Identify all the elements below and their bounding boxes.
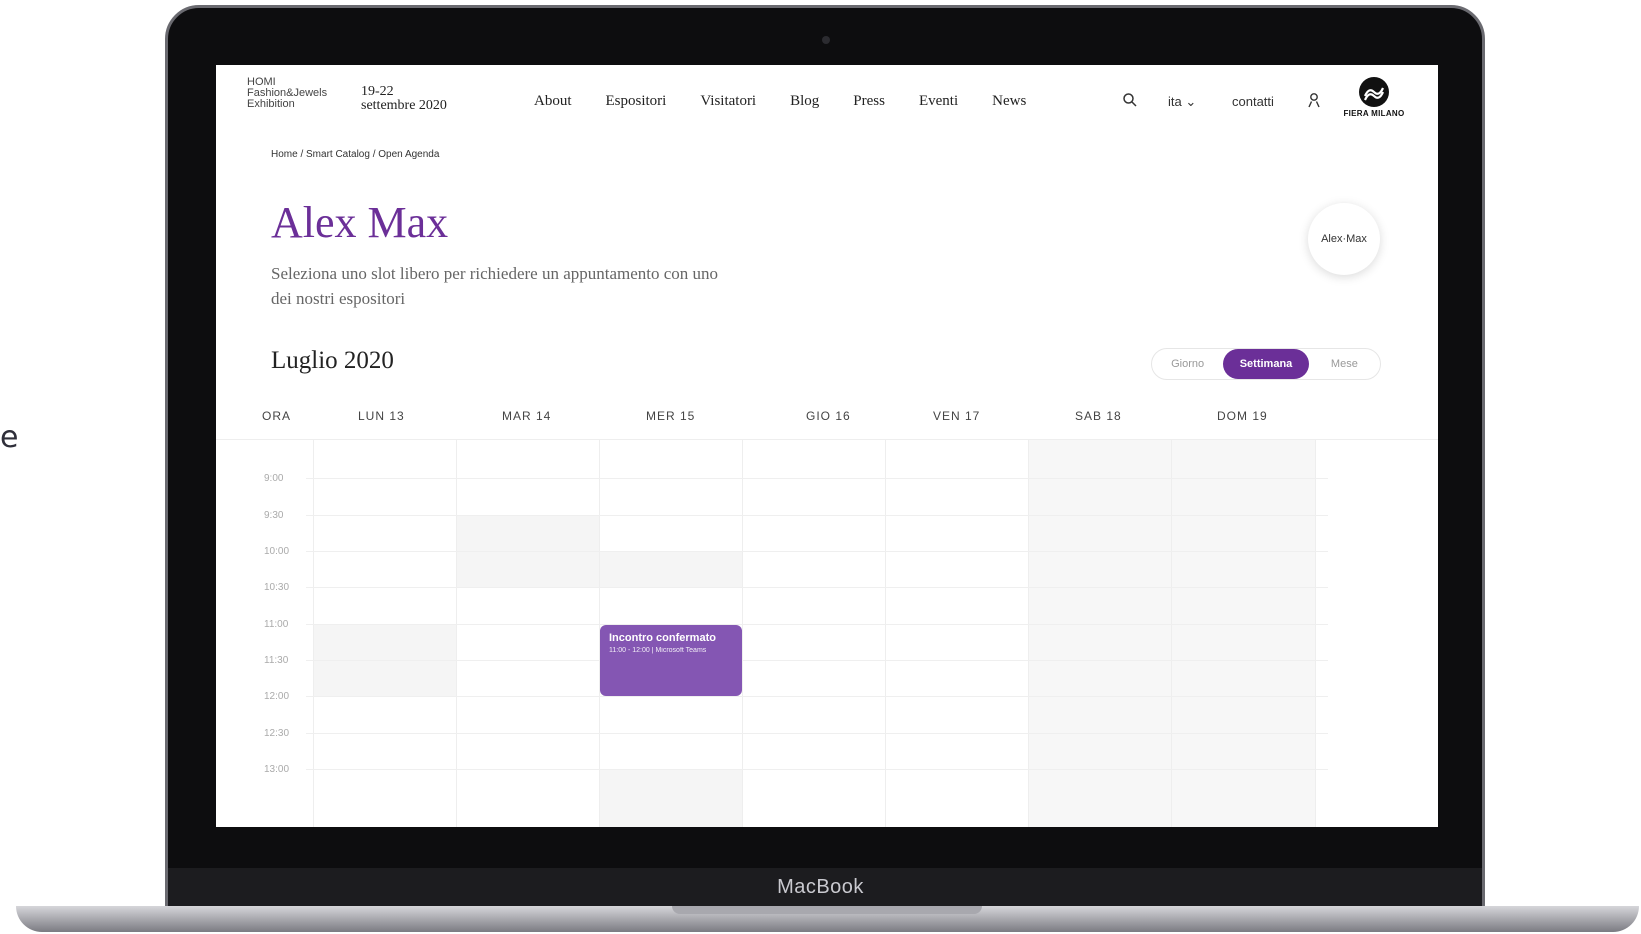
event-dates: 19-22 settembre 2020 <box>361 85 447 113</box>
time-gridline <box>306 551 1328 552</box>
calendar-header: ORA LUN 13 MAR 14 MER 15 GIO 16 VEN 17 S… <box>216 403 1438 440</box>
time-gridline <box>306 587 1328 588</box>
time-label: 10:30 <box>264 582 290 593</box>
time-label: 13:00 <box>264 764 290 775</box>
time-gridline <box>306 624 1328 625</box>
main-nav: About Espositori Visitatori Blog Press E… <box>534 93 1060 110</box>
user-icon[interactable] <box>1306 92 1322 108</box>
view-toggle: Giorno Settimana Mese <box>1151 348 1381 380</box>
column-header-day[interactable]: DOM 19 <box>1217 409 1268 423</box>
event-title: Incontro confermato <box>609 632 716 644</box>
event-detail: 11:00 - 12:00 | Microsoft Teams <box>609 647 707 654</box>
confirmed-meeting-event[interactable]: Incontro confermato 11:00 - 12:00 | Micr… <box>600 625 742 696</box>
homi-logo[interactable]: HOMI Fashion&Jewels Exhibition <box>247 77 327 110</box>
time-label: 12:30 <box>264 728 290 739</box>
nav-news[interactable]: News <box>992 93 1026 110</box>
unavailable-slot <box>600 551 742 587</box>
screen: HOMI Fashion&Jewels Exhibition 19-22 set… <box>216 65 1438 827</box>
fiera-milano-label: FIERA MILANO <box>1343 109 1405 118</box>
time-gridline <box>306 515 1328 516</box>
column-header-day[interactable]: GIO 16 <box>806 409 851 423</box>
page-title: Alex Max <box>271 198 449 247</box>
view-mese-button[interactable]: Mese <box>1309 349 1380 379</box>
time-gridline <box>306 696 1328 697</box>
time-label: 12:00 <box>264 691 290 702</box>
column-header-day[interactable]: MER 15 <box>646 409 695 423</box>
page-subtitle: Seleziona uno slot libero per richiedere… <box>271 264 719 308</box>
breadcrumb[interactable]: Home / Smart Catalog / Open Agenda <box>271 149 439 160</box>
fiera-milano-logo[interactable]: FIERA MILANO <box>1342 77 1406 118</box>
time-label: 11:30 <box>264 655 289 666</box>
avatar[interactable]: Alex·Max <box>1308 203 1380 275</box>
time-gridline <box>306 660 1328 661</box>
logo-line: Exhibition <box>247 98 295 110</box>
unavailable-slot <box>600 769 742 827</box>
column-header-day[interactable]: VEN 17 <box>933 409 980 423</box>
nav-espositori[interactable]: Espositori <box>606 93 667 110</box>
time-gridline <box>306 769 1328 770</box>
contact-link[interactable]: contatti <box>1232 94 1274 109</box>
dates-line: settembre 2020 <box>361 98 447 113</box>
calendar-month: Luglio 2020 <box>271 347 394 374</box>
column-header-day[interactable]: LUN 13 <box>358 409 405 423</box>
time-label: 10:00 <box>264 546 290 557</box>
column-header-day[interactable]: MAR 14 <box>502 409 551 423</box>
cropped-text-fragment: e <box>0 420 19 455</box>
time-gridline <box>306 733 1328 734</box>
column-header-time: ORA <box>262 409 292 423</box>
view-settimana-button[interactable]: Settimana <box>1223 349 1309 379</box>
search-icon[interactable] <box>1122 92 1138 108</box>
nav-press[interactable]: Press <box>853 93 885 110</box>
fiera-milano-mark-icon <box>1359 77 1389 107</box>
language-label: ita <box>1168 94 1182 109</box>
laptop-notch <box>672 906 982 914</box>
language-selector[interactable]: ita ⌄ <box>1168 94 1196 110</box>
calendar-grid: 9:00 9:30 10:00 10:30 11:00 11:30 12:00 … <box>216 440 1438 827</box>
nav-about[interactable]: About <box>534 93 572 110</box>
column-header-day[interactable]: SAB 18 <box>1075 409 1122 423</box>
chevron-down-icon: ⌄ <box>1185 94 1197 109</box>
nav-blog[interactable]: Blog <box>790 93 819 110</box>
camera-icon <box>822 36 830 44</box>
dates-line: 19-22 <box>361 84 394 99</box>
time-label: 11:00 <box>264 619 289 630</box>
device-brand-label: MacBook <box>777 876 864 898</box>
time-label: 9:30 <box>264 510 284 521</box>
nav-visitatori[interactable]: Visitatori <box>700 93 756 110</box>
time-label: 9:00 <box>264 473 284 484</box>
time-gridline <box>306 478 1328 479</box>
nav-eventi[interactable]: Eventi <box>919 93 958 110</box>
view-giorno-button[interactable]: Giorno <box>1152 349 1223 379</box>
